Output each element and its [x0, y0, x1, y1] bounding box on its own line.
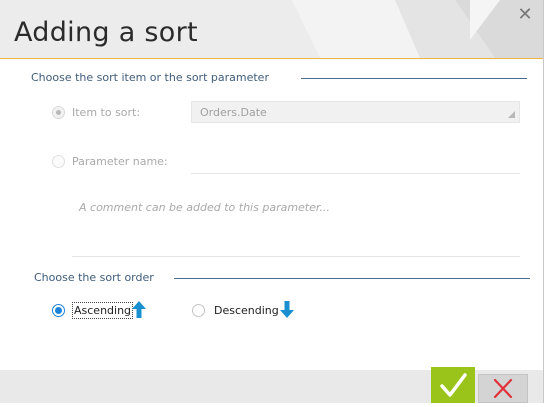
- parameter-comment-field[interactable]: A comment can be added to this parameter…: [79, 201, 330, 214]
- descending-label[interactable]: Descending: [214, 304, 279, 317]
- dialog-title: Adding a sort: [14, 17, 198, 48]
- dropdown-corner-icon: [508, 111, 515, 118]
- checkmark-icon: [440, 373, 467, 397]
- item-to-sort-value: Orders.Date: [200, 106, 267, 119]
- item-to-sort-label: Item to sort:: [72, 106, 141, 119]
- item-to-sort-radio[interactable]: [52, 106, 65, 119]
- group-divider: [174, 278, 530, 279]
- close-icon[interactable]: ✕: [514, 4, 536, 26]
- ascending-label[interactable]: Ascending: [71, 302, 134, 319]
- close-icon: [493, 378, 513, 399]
- item-to-sort-combo[interactable]: Orders.Date: [191, 101, 520, 123]
- sort-item-group-title: Choose the sort item or the sort paramet…: [31, 71, 269, 84]
- dialog-header: Adding a sort ✕: [0, 0, 543, 58]
- sort-order-group-title: Choose the sort order: [34, 271, 154, 284]
- parameter-name-field[interactable]: [191, 173, 520, 174]
- parameter-name-label: Parameter name:: [72, 155, 168, 168]
- adding-sort-dialog: Adding a sort ✕ Choose the sort item or …: [0, 0, 544, 403]
- arrow-up-icon: [132, 301, 146, 318]
- group-divider: [301, 78, 527, 79]
- ascending-radio[interactable]: [52, 304, 65, 317]
- comment-underline: [72, 256, 520, 257]
- cancel-button[interactable]: [478, 374, 528, 403]
- ok-button[interactable]: [431, 367, 475, 403]
- arrow-down-icon: [280, 301, 294, 318]
- parameter-name-radio[interactable]: [52, 155, 65, 168]
- descending-radio[interactable]: [192, 304, 205, 317]
